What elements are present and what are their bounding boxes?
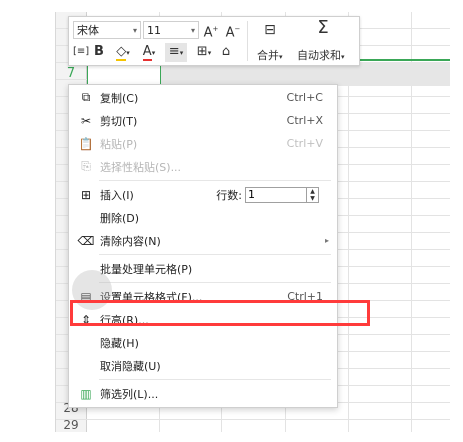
- menu-item-copy[interactable]: ⧉ 复制(C) Ctrl+C: [69, 86, 337, 109]
- font-size-select[interactable]: 11 ▾: [143, 21, 199, 39]
- spin-down-icon[interactable]: ▼: [307, 195, 318, 202]
- menu-item-label: 取消隐藏(U): [100, 359, 161, 373]
- menu-item-label: 筛选列(L)...: [100, 387, 159, 401]
- autosum-label: 自动求和: [297, 49, 341, 62]
- mini-format-toolbar: 宋体 ▾ 11 ▾ A+ A− [≡] B ◇▾ A▾ ≡▾ ⊞▾ ⌂ ⊟ 合并…: [68, 16, 360, 66]
- insert-rows-field: 行数: ▲ ▼: [216, 183, 319, 206]
- paste-special-icon: ⎘: [81, 159, 91, 173]
- clipboard-icon: 📋: [78, 136, 94, 151]
- menu-item-batch[interactable]: 批量处理单元格(P): [69, 257, 337, 280]
- menu-item-label: 剪切(T): [100, 114, 138, 128]
- chevron-down-icon: ▾: [132, 25, 137, 35]
- menu-item-cut[interactable]: ✂ 剪切(T) Ctrl+X: [69, 109, 337, 132]
- menu-item-row-height[interactable]: ⇕ 行高(R)...: [69, 308, 337, 331]
- font-color-icon[interactable]: A▾: [139, 43, 159, 62]
- rows-spinner[interactable]: ▲ ▼: [307, 186, 319, 203]
- menu-item-label: 选择性粘贴(S)...: [100, 160, 182, 174]
- menu-item-insert[interactable]: ⊞ 插入(I) 行数: ▲ ▼: [69, 183, 337, 206]
- menu-item-label: 设置单元格格式(F)...: [100, 290, 203, 304]
- spin-up-icon[interactable]: ▲: [307, 188, 318, 195]
- menu-shortcut: Ctrl+X: [286, 114, 323, 127]
- font-name-value: 宋体: [77, 24, 99, 37]
- rows-label: 行数:: [216, 188, 242, 202]
- menu-divider: [99, 254, 331, 255]
- menu-item-label: 插入(I): [100, 188, 134, 202]
- increase-font-icon[interactable]: A+: [203, 20, 219, 42]
- bold-button[interactable]: B: [93, 43, 105, 61]
- menu-divider: [99, 282, 331, 283]
- border-icon[interactable]: ⊞▾: [193, 43, 215, 62]
- align-center-icon[interactable]: ≡▾: [165, 43, 187, 62]
- rows-count-input[interactable]: [245, 186, 307, 203]
- menu-item-label: 批量处理单元格(P): [100, 262, 193, 276]
- click-indicator: [72, 270, 112, 310]
- filter-column-icon: ▥: [80, 386, 92, 401]
- menu-item-unhide[interactable]: 取消隐藏(U): [69, 354, 337, 377]
- eraser-icon: ⌫: [77, 233, 95, 248]
- toolbar-divider: [247, 21, 248, 61]
- menu-item-delete[interactable]: 删除(D): [69, 206, 337, 229]
- menu-divider: [99, 180, 331, 181]
- font-size-value: 11: [147, 23, 161, 37]
- menu-shortcut: Ctrl+1: [287, 290, 323, 303]
- menu-shortcut: Ctrl+V: [286, 137, 323, 150]
- menu-item-label: 粘贴(P): [100, 137, 138, 151]
- merge-button[interactable]: 合并▾: [257, 47, 283, 63]
- menu-item-paste-special: ⎘ 选择性粘贴(S)...: [69, 155, 337, 178]
- row-number-7[interactable]: 7: [56, 66, 86, 81]
- submenu-arrow-icon: ▸: [324, 236, 329, 245]
- menu-item-label: 行高(R)...: [100, 313, 149, 327]
- font-name-select[interactable]: 宋体 ▾: [73, 21, 141, 39]
- copy-icon: ⧉: [81, 90, 91, 104]
- menu-item-label: 隐藏(H): [100, 336, 139, 350]
- insert-row-icon: ⊞: [80, 187, 92, 202]
- menu-divider: [99, 379, 331, 380]
- row-height-icon: ⇕: [80, 312, 92, 327]
- menu-item-label: 复制(C): [100, 91, 139, 105]
- menu-item-label: 清除内容(N): [100, 234, 161, 248]
- merge-cells-icon[interactable]: ⊟: [259, 21, 281, 39]
- chevron-down-icon: ▾: [190, 25, 195, 35]
- autosum-button[interactable]: 自动求和▾: [297, 47, 345, 63]
- menu-item-clear[interactable]: ⌫ 清除内容(N) ▸: [69, 229, 337, 252]
- row-number-29[interactable]: 29: [56, 417, 86, 432]
- menu-item-hide[interactable]: 隐藏(H): [69, 331, 337, 354]
- autosum-icon[interactable]: Σ: [313, 19, 333, 37]
- fill-color-icon[interactable]: ◇▾: [111, 43, 135, 62]
- menu-item-paste: 📋 粘贴(P) Ctrl+V: [69, 132, 337, 155]
- context-menu: ⧉ 复制(C) Ctrl+C ✂ 剪切(T) Ctrl+X 📋 粘贴(P) Ct…: [68, 84, 338, 408]
- decrease-font-icon[interactable]: A−: [225, 20, 241, 42]
- menu-item-filter-column[interactable]: ▥ 筛选列(L)...: [69, 382, 337, 405]
- clear-format-icon[interactable]: ⌂: [219, 43, 233, 61]
- menu-item-label: 删除(D): [100, 211, 140, 225]
- menu-shortcut: Ctrl+C: [286, 91, 323, 104]
- merge-label: 合并: [257, 49, 279, 62]
- scissors-icon: ✂: [80, 113, 92, 128]
- format-painter-icon[interactable]: [≡]: [73, 43, 89, 61]
